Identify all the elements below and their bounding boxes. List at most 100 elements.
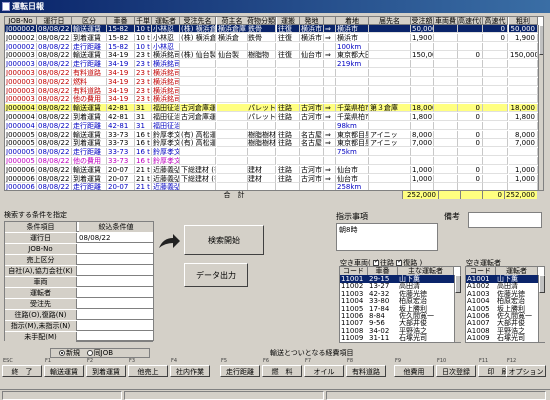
staff-scrollbar[interactable]: [538, 275, 545, 342]
condition-value-field[interactable]: [79, 321, 153, 331]
condition-row[interactable]: 指示(M),未指示(N): [5, 321, 153, 331]
condition-value-field[interactable]: [79, 266, 153, 276]
table-row[interactable]: J000005 08/08/22 到着運賃 33-73 16 t 鈴厚孝文 (有) 高松運 樹…: [5, 139, 538, 148]
table-row[interactable]: J000005 08/08/22 他の費用 33-73 16 t 鈴厚孝文: [5, 157, 538, 165]
remarks-field[interactable]: [468, 212, 542, 228]
table-cell: [434, 42, 458, 51]
fkey-button[interactable]: 他売上: [128, 365, 168, 377]
col-header[interactable]: 高速代(協: [458, 17, 483, 25]
table-row[interactable]: J000003 08/08/22 走行距離 34-19 23 t 横浜銘司 219km: [5, 60, 538, 69]
table-cell: J000003: [5, 77, 37, 86]
list-col-header[interactable]: 運転者: [496, 267, 538, 275]
condition-row[interactable]: 売上区分: [5, 255, 153, 265]
table-row[interactable]: J000002 08/08/22 到着運賃 15-82 10 t 小林忍 (株) 横浜倉 横浜…: [5, 33, 538, 42]
fkey-button[interactable]: 輸送運賃: [44, 365, 84, 377]
empty-staff-list[interactable]: コード 運転者 A1001 山下薫 A1002 高田清 A1003 佐藤光徳 A1004 柏原宏治…: [465, 266, 545, 343]
data-export-button[interactable]: データ出力: [184, 263, 248, 287]
fkey-button[interactable]: 燃 料: [262, 365, 302, 377]
grid-scrollbar[interactable]: [538, 25, 543, 191]
col-header[interactable]: 運行日: [37, 17, 72, 25]
condition-row[interactable]: 車両: [5, 277, 153, 287]
scroll-thumb[interactable]: [455, 275, 461, 293]
fkey-button[interactable]: オイル: [304, 365, 344, 377]
fkey-button[interactable]: オプション: [506, 365, 546, 377]
col-header[interactable]: 受注先名: [180, 17, 216, 25]
condition-value-field[interactable]: [79, 299, 153, 309]
fkey-button[interactable]: 日次登録: [436, 365, 476, 377]
table-row[interactable]: J000005 08/08/22 輸送運賃 33-73 16 t 鈴厚孝文 (有) 高松運 樹…: [5, 130, 538, 139]
table-row[interactable]: J000003 08/08/22 有料道路 34-19 23 t 横浜銘司: [5, 86, 538, 95]
table-cell: [483, 77, 508, 86]
list-col-header[interactable]: 車番: [368, 267, 398, 275]
fkey-button[interactable]: 有料道路: [346, 365, 386, 377]
list-col-header[interactable]: コード: [466, 267, 496, 275]
condition-value-field[interactable]: 08/08/22: [79, 233, 153, 243]
table-cell: [369, 113, 411, 121]
col-header[interactable]: 着地: [336, 17, 369, 25]
condition-row[interactable]: 受注先: [5, 299, 153, 309]
col-header[interactable]: 千単: [135, 17, 152, 25]
table-row[interactable]: J00000608/08/22輸送運賃20-0721 t近藤義弘下総建材 (有 建…: [5, 165, 538, 174]
col-header[interactable]: 荷物分類: [247, 17, 276, 25]
col-header[interactable]: 粗利: [509, 17, 538, 25]
table-cell: [458, 121, 483, 130]
search-start-button[interactable]: 検索開始: [184, 225, 264, 255]
list-col-header[interactable]: コード: [340, 267, 368, 275]
col-header[interactable]: 荷主名: [217, 17, 248, 25]
condition-value-field[interactable]: [79, 310, 153, 320]
col-header[interactable]: 発地: [300, 17, 324, 25]
condition-value-field[interactable]: [79, 277, 153, 287]
fkey-f10: F10 日次登録: [436, 358, 476, 386]
col-header[interactable]: 高速代: [483, 17, 508, 25]
table-row[interactable]: J000002 08/08/22 走行距離 15-82 10 t 小林忍 100km: [5, 42, 538, 51]
fkey-button[interactable]: 終 了: [2, 365, 42, 377]
vehicles-scrollbar[interactable]: [454, 275, 461, 342]
fkey-f3: F3 他売上: [128, 358, 168, 386]
col-header[interactable]: [324, 17, 336, 25]
condition-row[interactable]: 自社(A),協力会社(K): [5, 266, 153, 276]
scroll-thumb[interactable]: [539, 275, 545, 293]
condition-row[interactable]: 運転者: [5, 288, 153, 298]
table-row[interactable]: J000003 08/08/22 燃料 34-19 23 t 横浜銘司: [5, 77, 538, 86]
fkey-button[interactable]: 他費用: [394, 365, 434, 377]
instructions-field[interactable]: 朝8時: [336, 223, 438, 251]
col-header[interactable]: 運転者: [152, 17, 180, 25]
col-header[interactable]: 届先名: [369, 17, 411, 25]
job-grid[interactable]: JOB-No 運行日 区分 車番 千単 運転者 受注先名 荷主名 荷物分類 運搬 発地 着地 届先名 受注…: [4, 16, 544, 198]
new-radio[interactable]: [59, 350, 65, 356]
condition-row[interactable]: JOB-No: [5, 244, 153, 254]
table-row[interactable]: J000005 08/08/22 走行距離 33-73 16 t 鈴厚孝文 75km: [5, 148, 538, 157]
col-header[interactable]: JOB-No: [5, 17, 37, 25]
condition-row[interactable]: 未手配(M): [5, 332, 153, 342]
col-header[interactable]: 車両費: [434, 17, 458, 25]
table-row[interactable]: J00000408/08/22輸送運賃42-8131福田征治古河倉庫運輸 パレット…: [5, 104, 538, 113]
col-header[interactable]: 運搬: [277, 17, 300, 25]
condition-row[interactable]: 往路(O),復路(N): [5, 310, 153, 320]
table-row[interactable]: J00000408/08/22到着運賃42-8131福田征治古河倉庫運輸 パレット…: [5, 113, 538, 121]
same-job-radio[interactable]: [86, 350, 93, 356]
table-row[interactable]: J000003 08/08/22 他の費用 34-19 23 t 横浜銘司: [5, 95, 538, 104]
fkey-button[interactable]: 走行距離: [220, 365, 260, 377]
conditions-table[interactable]: 条件項目 絞込条件値 運行日 08/08/22 JOB-No 売上区分 自社(A),協力…: [4, 221, 154, 342]
table-row[interactable]: J000003 08/08/22 有料道路 34-19 23 t 横浜銘司: [5, 69, 538, 77]
list-cell: 31-11: [369, 334, 390, 343]
table-cell: [458, 69, 483, 77]
condition-value-field[interactable]: [79, 255, 153, 265]
condition-row[interactable]: 運行日 08/08/22: [5, 233, 153, 243]
list-col-header[interactable]: 主な運転者: [398, 267, 454, 275]
table-row[interactable]: J000002 08/08/22 輸送運賃 15-82 10 t 小林忍 (株) 横浜倉 横浜…: [5, 25, 538, 33]
empty-vehicles-list[interactable]: コード 車番 主な運転者 11001 29-15 山下薫 11002 13-27 高田清 1100…: [339, 266, 461, 343]
col-header[interactable]: 車番: [107, 17, 135, 25]
table-cell: 下総建材 (有: [180, 174, 216, 183]
table-row[interactable]: J000004 08/08/22 走行距離 42-81 31 福田征治 98km: [5, 121, 538, 130]
table-row[interactable]: J00000608/08/22到着運賃20-0721 t近藤義弘下総建材 (有 建…: [5, 174, 538, 183]
col-header[interactable]: 受注額: [411, 17, 434, 25]
condition-value-field[interactable]: [79, 332, 153, 342]
fkey-button[interactable]: 社内作業: [170, 365, 210, 377]
fkey-button[interactable]: 到着運賃: [86, 365, 126, 377]
condition-value-field[interactable]: [79, 288, 153, 298]
condition-value-field[interactable]: [79, 244, 153, 254]
table-row[interactable]: J000003 08/08/22 輸送運賃 34-19 23 t 横浜銘司 (株) 仙台製仙…: [5, 51, 538, 60]
col-header[interactable]: 区分: [72, 17, 107, 25]
scroll-thumb[interactable]: [539, 25, 543, 55]
